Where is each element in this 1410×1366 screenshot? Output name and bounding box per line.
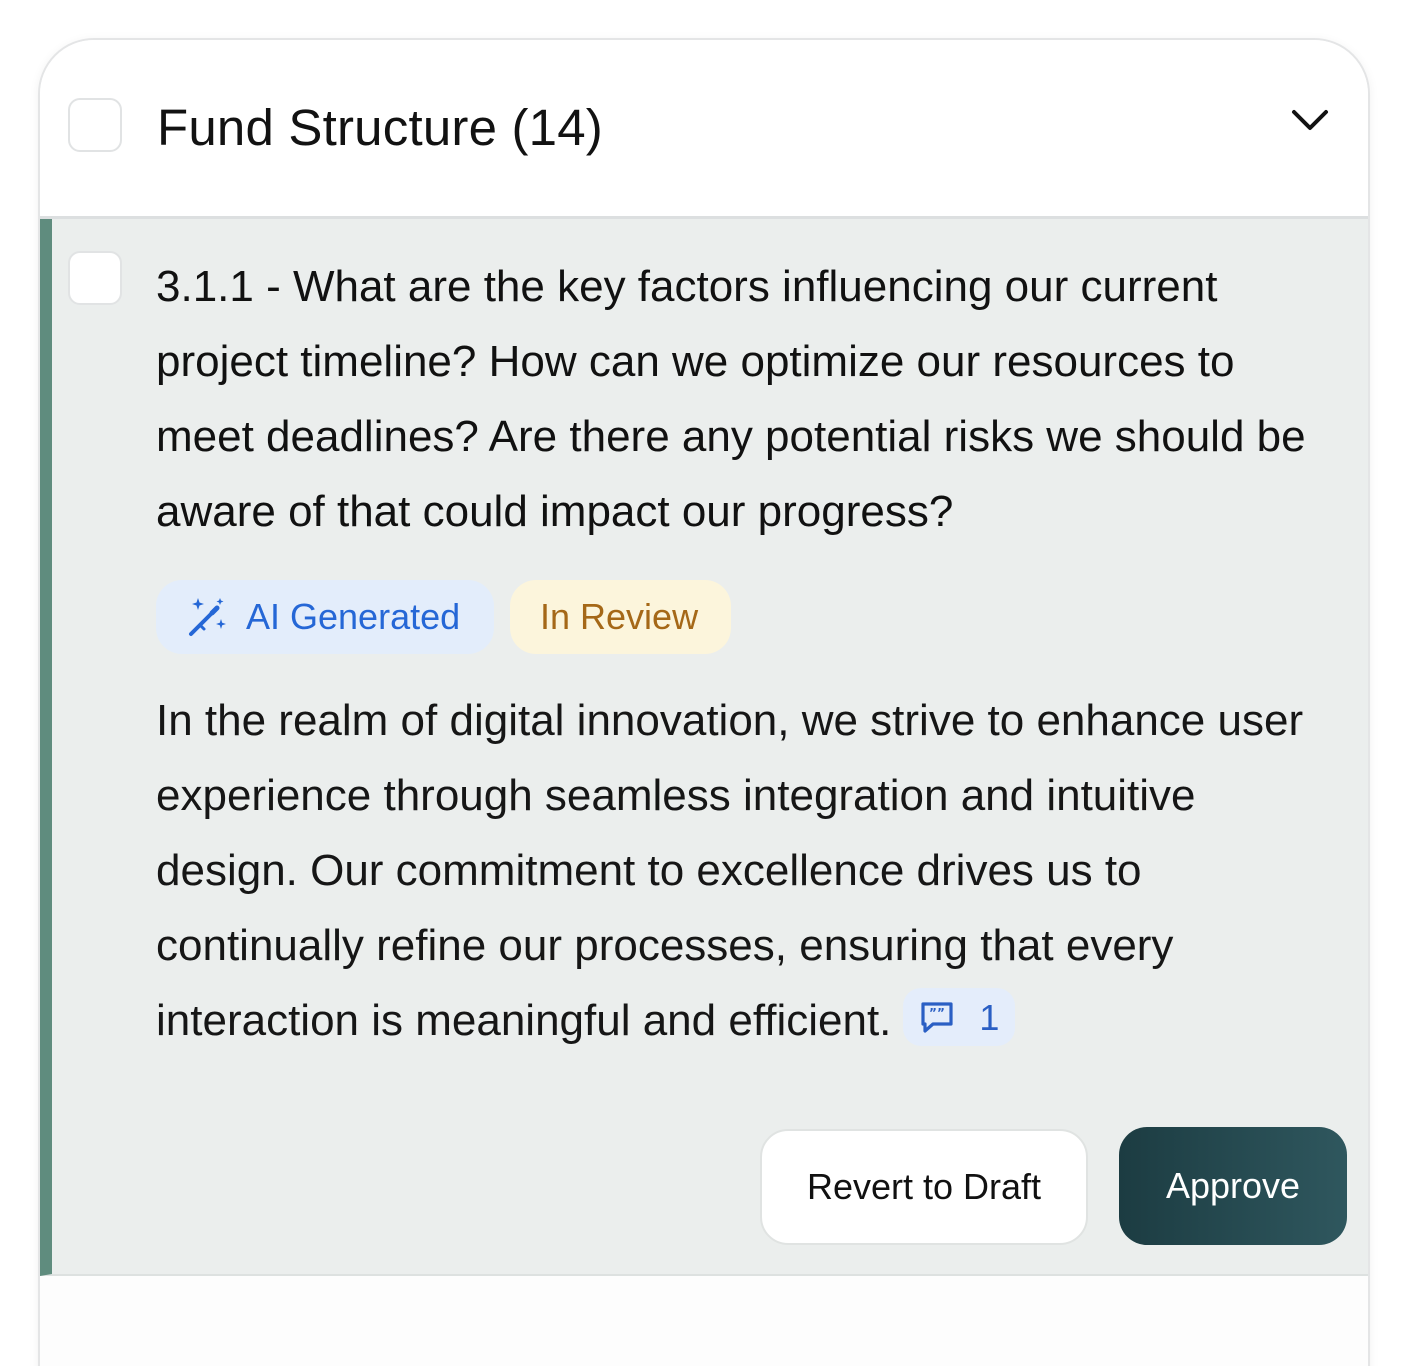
chevron-down-icon[interactable]	[1290, 106, 1330, 134]
comment-icon: ” ”	[921, 1002, 954, 1033]
question-item: 3.1.1 - What are the key factors influen…	[40, 219, 1368, 1276]
magic-wand-icon	[189, 598, 226, 636]
revert-to-draft-button[interactable]: Revert to Draft	[760, 1129, 1088, 1245]
svg-text:”: ”	[929, 1006, 937, 1020]
group-header[interactable]: Fund Structure (14)	[40, 40, 1368, 219]
comment-count-button[interactable]: ” ” 1	[903, 988, 1016, 1047]
question-text: 3.1.1 - What are the key factors influen…	[156, 262, 1306, 536]
approve-button[interactable]: Approve	[1119, 1127, 1347, 1245]
group-title: Fund Structure (14)	[157, 99, 603, 156]
select-all-checkbox[interactable]	[68, 98, 122, 152]
page: Fund Structure (14) 3.1.1 - What are the…	[0, 0, 1410, 1366]
status-badge: In Review	[510, 580, 731, 654]
answer-body: In the realm of digital innovation, we s…	[156, 696, 1304, 1045]
question-checkbox[interactable]	[68, 251, 122, 305]
comment-count: 1	[979, 996, 1000, 1038]
question-group-card: Fund Structure (14) 3.1.1 - What are the…	[38, 38, 1370, 1366]
answer-text: In the realm of digital innovation, we s…	[156, 683, 1336, 1058]
badge-row: AI Generated In Review	[156, 580, 731, 654]
ai-generated-badge: AI Generated	[156, 580, 494, 654]
status-label: In Review	[540, 596, 699, 637]
svg-text:”: ”	[937, 1006, 945, 1020]
ai-generated-label: AI Generated	[246, 596, 461, 637]
